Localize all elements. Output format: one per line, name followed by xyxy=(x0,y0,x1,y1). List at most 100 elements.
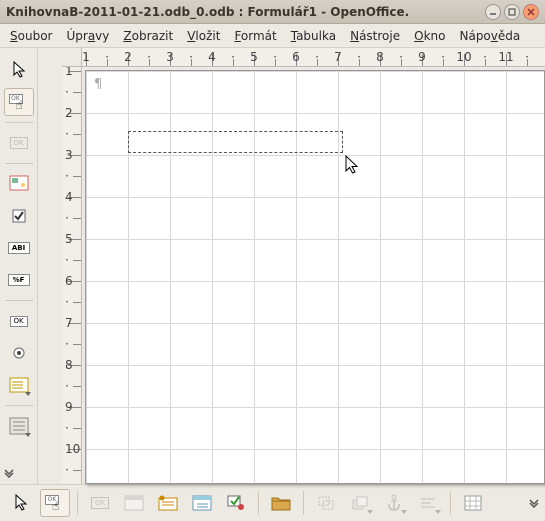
separator xyxy=(450,491,451,515)
dropdown-icon xyxy=(367,510,373,514)
dropdown-icon xyxy=(25,392,31,396)
more-controls-tool[interactable] xyxy=(4,412,34,440)
checkbox-tool[interactable] xyxy=(4,202,34,230)
menu-format[interactable]: Formát xyxy=(228,27,282,45)
anchor-button xyxy=(379,489,409,517)
separator xyxy=(5,163,33,164)
page-wrapper: ¶ xyxy=(82,67,545,484)
workspace: OK ☝ OK ABI %F OK xyxy=(0,48,545,484)
menu-vlozit[interactable]: Vložit xyxy=(181,27,226,45)
selection-marquee xyxy=(128,131,343,153)
radio-icon xyxy=(12,346,26,360)
add-field-button[interactable] xyxy=(187,489,217,517)
menu-upravy[interactable]: Úpravy xyxy=(60,27,115,45)
chevron-down-icon xyxy=(4,468,14,478)
checkbox-icon xyxy=(12,209,26,223)
radio-button-tool[interactable] xyxy=(4,339,34,367)
ruler-label: 4 xyxy=(65,190,73,204)
menu-okno[interactable]: Okno xyxy=(408,27,451,45)
tab-order-icon xyxy=(227,495,245,511)
minimize-button[interactable] xyxy=(485,4,501,20)
vertical-ruler[interactable]: 1·2·3·4·5·6·7·8·9·10· xyxy=(62,67,82,484)
select-tool[interactable] xyxy=(4,56,34,84)
formatted-icon: %F xyxy=(8,274,30,286)
close-icon xyxy=(527,8,535,16)
pushbutton-tool[interactable]: OK ☝ xyxy=(4,88,34,116)
image-button-tool[interactable] xyxy=(4,170,34,198)
window-title: KnihovnaB-2011-01-21.odb_0.odb : Formulá… xyxy=(6,5,485,19)
ruler-label: 9 xyxy=(418,50,426,64)
label-tool[interactable]: ABI xyxy=(4,234,34,262)
navigator-icon xyxy=(158,495,178,511)
ruler-label: 6 xyxy=(292,50,300,64)
grid-icon xyxy=(464,495,482,511)
close-button[interactable] xyxy=(523,4,539,20)
window-titlebar: KnihovnaB-2011-01-21.odb_0.odb : Formulá… xyxy=(0,0,545,24)
ruler-label: 3 xyxy=(65,148,73,162)
menu-tabulka[interactable]: Tabulka xyxy=(285,27,342,45)
dropdown-icon xyxy=(401,510,407,514)
control-properties-button: OK xyxy=(85,489,115,517)
bring-front-button xyxy=(345,489,375,517)
ruler-label: 10 xyxy=(456,50,471,64)
label-icon: ABI xyxy=(8,242,30,254)
toolbar-overflow[interactable] xyxy=(4,468,34,478)
ruler-corner xyxy=(62,48,82,67)
cursor-icon xyxy=(12,61,26,79)
menu-nastroje[interactable]: Nástroje xyxy=(344,27,406,45)
form-design-toolbar: OK ☝ OK xyxy=(0,484,545,520)
mouse-cursor-icon xyxy=(344,155,360,175)
ruler-label: 7 xyxy=(65,316,73,330)
canvas-row: 1·2·3·4·5·6·7·8·9·10· ¶ xyxy=(38,67,545,484)
position-size-button xyxy=(311,489,341,517)
alignment-button xyxy=(413,489,443,517)
page-canvas[interactable]: ¶ xyxy=(85,70,545,484)
folder-icon xyxy=(270,494,292,512)
ruler-label: 5 xyxy=(250,50,258,64)
activation-order-button[interactable] xyxy=(221,489,251,517)
form-props-icon xyxy=(124,495,144,511)
separator xyxy=(5,405,33,406)
select-tool-bottom[interactable] xyxy=(6,489,36,517)
window-buttons xyxy=(485,4,539,20)
canvas-area: /* labels populated below via JS from JS… xyxy=(38,48,545,484)
toolbar-overflow-bottom[interactable] xyxy=(529,498,539,508)
open-design-folder-button[interactable] xyxy=(266,489,296,517)
ruler-label: 8 xyxy=(65,358,73,372)
separator xyxy=(5,300,33,301)
separator xyxy=(258,491,259,515)
grid-button[interactable] xyxy=(458,489,488,517)
ruler-row: /* labels populated below via JS from JS… xyxy=(38,48,545,67)
anchor-icon xyxy=(386,494,402,512)
separator xyxy=(77,491,78,515)
cursor-icon xyxy=(14,494,28,512)
maximize-icon xyxy=(508,8,516,16)
ruler-label: 3 xyxy=(166,50,174,64)
form-controls-toolbar: OK ☝ OK ABI %F OK xyxy=(0,48,38,484)
formatted-field-tool[interactable]: %F xyxy=(4,266,34,294)
separator xyxy=(303,491,304,515)
ok-badge-tool[interactable]: OK xyxy=(4,307,34,335)
maximize-button[interactable] xyxy=(504,4,520,20)
ruler-label: 2 xyxy=(124,50,132,64)
design-mode-button[interactable]: OK ☝ xyxy=(40,489,70,517)
list-box-tool[interactable] xyxy=(4,371,34,399)
ruler-label: 8 xyxy=(376,50,384,64)
ruler-label: 1 xyxy=(82,50,90,64)
add-field-icon xyxy=(192,495,212,511)
menubar: Soubor Úpravy Zobrazit Vložit Formát Tab… xyxy=(0,24,545,48)
menu-zobrazit[interactable]: Zobrazit xyxy=(117,27,179,45)
menu-napoveda[interactable]: Nápověda xyxy=(453,27,526,45)
align-icon xyxy=(419,496,437,510)
front-icon xyxy=(351,495,369,511)
form-navigator-button[interactable] xyxy=(153,489,183,517)
menu-soubor[interactable]: Soubor xyxy=(4,27,58,45)
image-button-icon xyxy=(9,175,29,193)
ruler-corner-pad xyxy=(38,48,62,67)
horizontal-ruler[interactable]: /* labels populated below via JS from JS… xyxy=(82,48,545,67)
ruler-label: 4 xyxy=(208,50,216,64)
ruler-pad xyxy=(38,67,62,484)
chevron-down-icon xyxy=(529,498,539,508)
ruler-label: 5 xyxy=(65,232,73,246)
dropdown-icon xyxy=(435,510,441,514)
